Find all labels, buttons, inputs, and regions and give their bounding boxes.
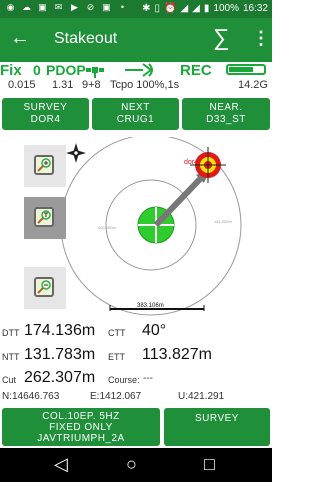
more-vert-icon[interactable]: ⋮: [252, 28, 270, 49]
survey-profile-button[interactable]: COL.10EP. 5HZ FIXED ONLY JAVTRIUMPH_2A: [2, 408, 160, 446]
status-bar: ◉ ☁ ▣ ✉ ▶ ⊘ ▣ • ✱ ▯ ⏰ ◢ ◢ ▮ 100% 16:32: [0, 0, 272, 18]
image-icon: ▣: [38, 2, 47, 12]
dot-icon: •: [120, 2, 125, 12]
zoom-reset-icon: [34, 207, 54, 227]
next-button-label: NEXT: [121, 102, 150, 113]
ett-value: 113.827m: [142, 346, 212, 363]
memory-value: 14.2G: [238, 79, 268, 91]
rec-label: REC: [180, 62, 212, 79]
home-nav-icon[interactable]: ○: [126, 454, 137, 475]
target-label: dor4: [184, 159, 198, 166]
zoom-out-icon: [34, 277, 54, 297]
zoom-in-button[interactable]: [24, 145, 66, 187]
back-arrow-icon[interactable]: ←: [10, 27, 30, 50]
pdop-value: 1.31: [52, 79, 74, 91]
pdop-label: PDOP: [46, 62, 86, 78]
profile-line-1: COL.10EP. 5HZ: [42, 411, 120, 422]
bluetooth-icon: ✱: [142, 3, 151, 14]
near-button-point: D33_ST: [206, 114, 246, 125]
next-button-point: CRUG1: [116, 114, 155, 125]
back-nav-icon[interactable]: ◁: [54, 454, 68, 475]
wifi-icon: ◢: [180, 3, 189, 14]
course-value: ---: [143, 373, 153, 384]
cut-value: 262.307m: [24, 369, 96, 386]
notification-icons: ◉ ☁ ▣ ✉ ▶ ⊘ ▣ •: [5, 2, 128, 12]
dtt-label: DTT: [2, 328, 20, 338]
page-title: Stakeout: [54, 30, 118, 47]
survey-button-label: SURVEY: [23, 102, 68, 113]
nearest-point-button[interactable]: NEAR. D33_ST: [182, 98, 270, 130]
image-icon-2: ▣: [102, 2, 111, 12]
survey-button[interactable]: SURVEY: [164, 408, 270, 446]
profile-line-3: JAVTRIUMPH_2A: [37, 433, 125, 444]
northing-value: N:14646.763: [2, 391, 60, 402]
gnss-status[interactable]: Fix 0 PDOP REC: [0, 62, 272, 79]
clock: 16:32: [242, 3, 268, 14]
system-nav-bar: ◁ ○ □: [0, 448, 272, 482]
zoom-reset-button[interactable]: [24, 197, 66, 239]
ntt-value: 131.783m: [24, 346, 96, 363]
ntt-label: NTT: [2, 352, 20, 362]
north-arrow-icon: [66, 143, 86, 163]
system-status: ✱ ▯ ⏰ ◢ ◢ ▮ 100% 16:32: [142, 3, 268, 14]
survey-button-text: SURVEY: [195, 413, 239, 424]
signal-icon: ◢: [192, 3, 200, 14]
alarm-icon: ⏰: [164, 3, 177, 14]
cut-label: Cut: [2, 375, 17, 385]
ring-label-right: 181.000m: [214, 219, 232, 224]
app-bar: ← Stakeout ∑ ⋮: [0, 18, 272, 62]
gmail-icon: ✉: [54, 2, 63, 12]
battery-percent: 100%: [213, 3, 239, 14]
course-label: Course:: [108, 375, 140, 385]
zoom-out-button[interactable]: [24, 267, 66, 309]
point-buttons: SURVEY DOR4 NEXT CRUG1 NEAR. D33_ST: [0, 98, 272, 132]
sats-used: 0: [33, 62, 41, 78]
zoom-in-icon: [34, 155, 54, 175]
ctt-label: CTT: [108, 328, 126, 338]
hrms-value: 0.015: [8, 79, 36, 91]
recents-nav-icon[interactable]: □: [204, 454, 215, 475]
ctt-value: 40°: [142, 322, 167, 339]
survey-button-point: DOR4: [30, 114, 61, 125]
next-point-button[interactable]: NEXT CRUG1: [92, 98, 179, 130]
blocked-icon: ⊘: [86, 2, 95, 12]
easting-value: E:1412.067: [90, 391, 142, 402]
ett-label: ETT: [108, 352, 125, 362]
youtube-icon: ▶: [71, 2, 78, 12]
receiver-battery-icon: [226, 64, 266, 75]
bottom-actions: COL.10EP. 5HZ FIXED ONLY JAVTRIUMPH_2A S…: [0, 408, 272, 446]
sigma-icon[interactable]: ∑: [213, 24, 229, 51]
ring-label-left: 400.000m: [98, 225, 116, 230]
battery-icon: ▮: [203, 3, 210, 14]
cloud-icon: ☁: [22, 2, 31, 12]
tcpo-value: Tcpo 100%,1s: [110, 79, 180, 91]
survey-point-button[interactable]: SURVEY DOR4: [2, 98, 89, 130]
stakeout-map[interactable]: 400.000m 181.000m dor4 383.106m: [24, 137, 246, 317]
near-button-label: NEAR.: [209, 102, 243, 113]
sats-value: 9+8: [82, 79, 101, 91]
location-icon: ◉: [6, 2, 15, 12]
profile-line-2: FIXED ONLY: [49, 422, 113, 433]
vibrate-icon: ▯: [154, 3, 161, 14]
fix-status: Fix: [0, 62, 22, 79]
scale-label: 383.106m: [137, 303, 164, 309]
dtt-value: 174.136m: [24, 322, 96, 339]
elevation-value: U:421.291: [178, 391, 225, 402]
